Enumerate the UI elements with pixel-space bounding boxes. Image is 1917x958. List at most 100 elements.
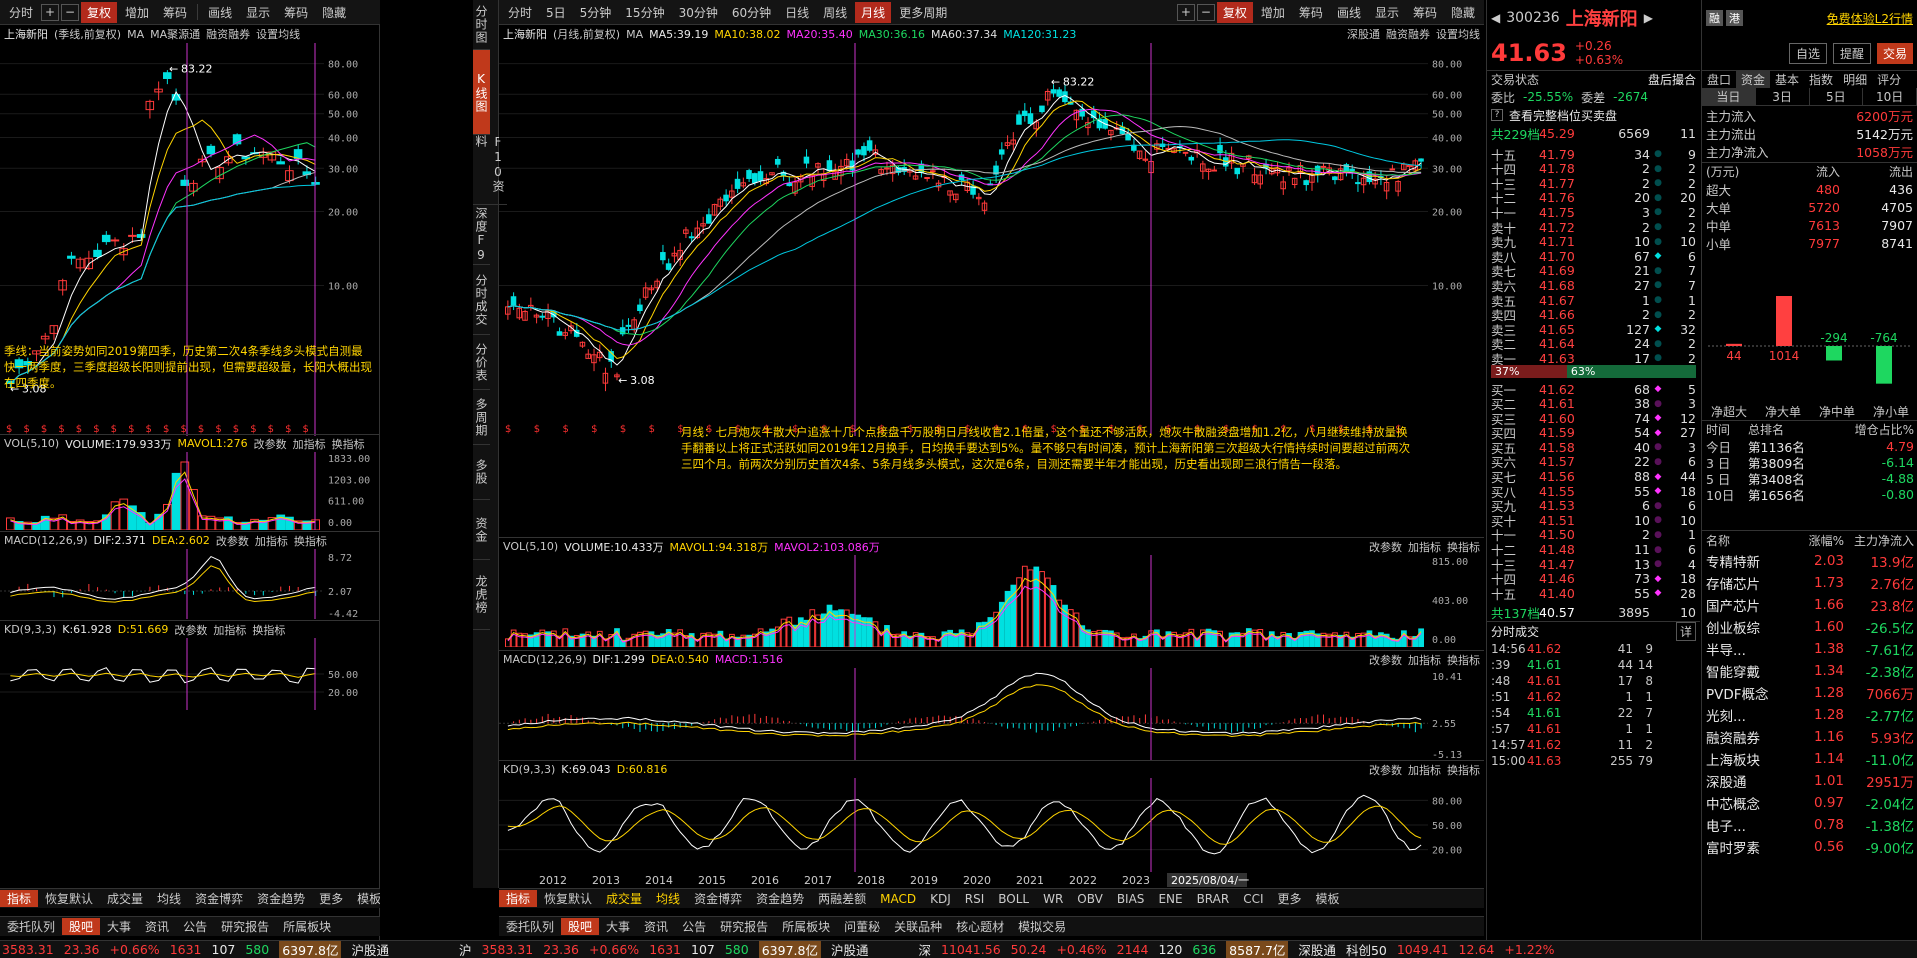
left-macd-chart[interactable]: 8.72 2.07 -4.42: [0, 549, 380, 619]
main-tab-ind-15[interactable]: BRAR: [1190, 892, 1237, 906]
left-tab-guba[interactable]: 股吧: [62, 918, 101, 935]
main-tab-ind-12[interactable]: OBV: [1070, 892, 1110, 906]
side-tab-6[interactable]: 多周期: [473, 390, 490, 445]
period-timeshare[interactable]: 分时: [502, 2, 538, 23]
fund-tab-3[interactable]: 指数: [1804, 71, 1838, 88]
fund-tab-1[interactable]: 资金: [1736, 71, 1771, 88]
left-ma2-label[interactable]: MA聚源通: [150, 26, 200, 42]
main-fuquan-button[interactable]: 复权: [1216, 1, 1253, 23]
main-tab-info-2[interactable]: 大事: [599, 918, 637, 935]
left-tab-queue[interactable]: 委托队列: [0, 918, 62, 935]
left-tab-timeshare[interactable]: 分时: [3, 2, 39, 23]
main-chip2-button[interactable]: 筹码: [1407, 2, 1443, 23]
main-link-sgt[interactable]: 深股通: [1347, 26, 1380, 42]
main-tab-ind-18[interactable]: 模板: [1309, 890, 1347, 907]
left-tab-notice[interactable]: 公告: [176, 918, 214, 935]
left-ma-label[interactable]: MA: [127, 28, 144, 41]
fund-tab-2[interactable]: 基本: [1770, 71, 1804, 88]
fund-tab-0[interactable]: 盘口: [1702, 71, 1736, 88]
main-macd-link-param[interactable]: 改参数: [1369, 652, 1402, 668]
main-zoom-in-button[interactable]: +: [1176, 3, 1195, 21]
sector-row[interactable]: 国产芯片 1.66 23.8亿: [1702, 594, 1917, 616]
left-tab-volume[interactable]: 成交量: [100, 890, 150, 907]
left-tab-research[interactable]: 研究报告: [214, 918, 276, 935]
main-macd-chart[interactable]: 10.41 2.55 -5.13: [499, 668, 1484, 760]
main-tab-ind-0[interactable]: 指标: [499, 890, 538, 907]
period-week[interactable]: 周线: [817, 2, 853, 23]
left-tab-template[interactable]: 模板: [350, 890, 380, 907]
sector-row[interactable]: 电子... 0.78 -1.38亿: [1702, 814, 1917, 836]
main-tab-ind-10[interactable]: BOLL: [991, 892, 1036, 906]
main-hide-button[interactable]: 隐藏: [1445, 2, 1481, 23]
sector-row[interactable]: 深股通 1.01 2951万: [1702, 770, 1917, 792]
main-tab-ind-7[interactable]: MACD: [873, 892, 923, 906]
period-5min[interactable]: 5分钟: [574, 2, 618, 23]
left-tab-fund-trend[interactable]: 资金趋势: [250, 890, 312, 907]
left-fuquan-button[interactable]: 复权: [81, 1, 118, 23]
hgt-link[interactable]: 沪股通: [351, 941, 389, 958]
main-macd-link-add[interactable]: 加指标: [1408, 652, 1441, 668]
sh-index-value[interactable]: 3583.31: [2, 942, 54, 957]
view-full-book-link[interactable]: 查看完整档位买卖盘: [1509, 107, 1617, 124]
left-vol-link-add[interactable]: 加指标: [293, 436, 326, 452]
fund-tab-5[interactable]: 评分: [1872, 71, 1906, 88]
main-tab-ind-8[interactable]: KDJ: [923, 892, 958, 906]
left-draw-button[interactable]: 画线: [202, 2, 238, 23]
main-tab-ind-14[interactable]: ENE: [1151, 892, 1189, 906]
main-time-axis[interactable]: 2012 2013 2014 2015 2016 2017 2018 2019 2020 2021…: [499, 872, 1484, 888]
left-macd-link-switch[interactable]: 换指标: [294, 533, 327, 549]
side-tab-9[interactable]: 龙虎榜: [473, 560, 490, 630]
left-vol-link-switch[interactable]: 换指标: [332, 436, 365, 452]
main-tab-info-10[interactable]: 模拟交易: [1011, 918, 1073, 935]
sector-row[interactable]: 富时罗素 0.56 -9.00亿: [1702, 836, 1917, 858]
left-chip-button[interactable]: 筹码: [157, 2, 193, 23]
main-tab-ind-1[interactable]: 恢复默认: [537, 890, 599, 907]
ticks-more-button[interactable]: 详: [1675, 622, 1696, 641]
period-60min[interactable]: 60分钟: [726, 2, 777, 23]
main-vol-chart[interactable]: 815.00 403.00 0.00: [499, 555, 1484, 647]
main-tab-info-5[interactable]: 研究报告: [713, 918, 775, 935]
main-tab-ind-6[interactable]: 两融差额: [811, 890, 873, 907]
main-link-setma[interactable]: 设置均线: [1436, 26, 1480, 42]
help-icon[interactable]: ?: [1491, 109, 1503, 121]
main-tab-ind-13[interactable]: BIAS: [1110, 892, 1152, 906]
sector-row[interactable]: 存储芯片 1.73 2.76亿: [1702, 572, 1917, 594]
main-tab-info-8[interactable]: 关联品种: [887, 918, 949, 935]
left-tab-sector[interactable]: 所属板块: [276, 918, 338, 935]
side-tab-4[interactable]: 分时成交: [473, 265, 490, 335]
main-display-button[interactable]: 显示: [1369, 2, 1405, 23]
period-15min[interactable]: 15分钟: [619, 2, 670, 23]
left-hide-button[interactable]: 隐藏: [316, 2, 352, 23]
left-macd-link-add[interactable]: 加指标: [255, 533, 288, 549]
left-tab-news[interactable]: 资讯: [138, 918, 176, 935]
trade-button[interactable]: 交易: [1876, 42, 1913, 64]
main-tab-info-0[interactable]: 委托队列: [499, 918, 561, 935]
main-vol-link-param[interactable]: 改参数: [1369, 539, 1402, 555]
main-tab-ind-16[interactable]: CCI: [1236, 892, 1270, 906]
kc50-label[interactable]: 科创50: [1346, 941, 1387, 958]
promo-l2-link[interactable]: 免费体验L2行情: [1827, 10, 1913, 27]
sector-row[interactable]: 专精特新 2.03 13.9亿: [1702, 550, 1917, 572]
main-tab-info-1[interactable]: 股吧: [561, 918, 600, 935]
main-macd-link-switch[interactable]: 换指标: [1447, 652, 1480, 668]
main-link-margin[interactable]: 融资融券: [1386, 26, 1430, 42]
side-tab-7[interactable]: 多股: [473, 445, 490, 500]
alert-button[interactable]: 提醒: [1832, 42, 1871, 64]
sector-row[interactable]: PVDF概念 1.28 7066万: [1702, 682, 1917, 704]
main-tab-ind-11[interactable]: WR: [1036, 892, 1070, 906]
sector-row[interactable]: 中芯概念 0.97 -2.04亿: [1702, 792, 1917, 814]
main-tab-info-9[interactable]: 核心题材: [949, 918, 1011, 935]
sh2-index-value[interactable]: 3583.31: [482, 942, 534, 957]
left-kd-link-switch[interactable]: 换指标: [252, 622, 285, 638]
side-tab-5[interactable]: 分价表: [473, 335, 490, 390]
main-tab-info-7[interactable]: 问董秘: [837, 918, 887, 935]
fund-subtab-3[interactable]: 10日: [1863, 88, 1917, 105]
sector-row[interactable]: 智能穿戴 1.34 -2.38亿: [1702, 660, 1917, 682]
sector-row[interactable]: 半导... 1.38 -7.61亿: [1702, 638, 1917, 660]
left-tab-indicator[interactable]: 指标: [0, 890, 39, 907]
left-display-button[interactable]: 显示: [240, 2, 276, 23]
zoom-in-button[interactable]: +: [41, 3, 60, 21]
fund-subtab-1[interactable]: 3日: [1756, 88, 1810, 105]
main-kd-link-switch[interactable]: 换指标: [1447, 762, 1480, 778]
main-kline-chart[interactable]: 80.00 60.00 50.00 40.00 30.00 20.00 10.00 $ $ $ $ $…: [499, 43, 1484, 436]
